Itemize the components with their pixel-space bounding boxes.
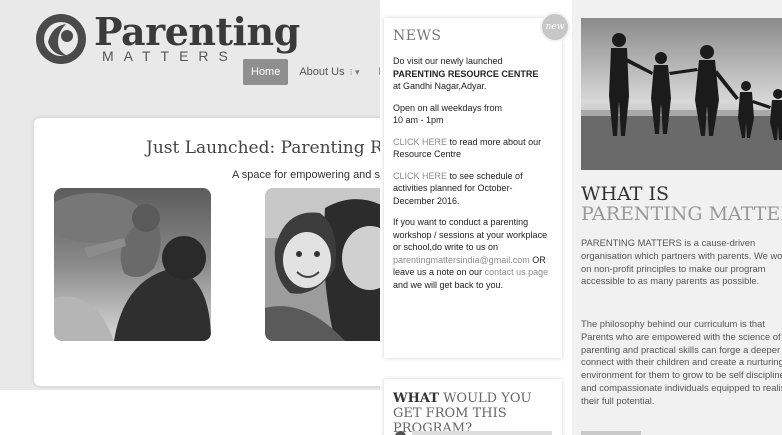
about-paragraph-2: The philosophy behind our curriculum is … <box>581 318 782 406</box>
contact-us-link[interactable]: contact us page <box>485 267 549 277</box>
news-item-read-more: CLICK HERE to read more about our Resour… <box>393 136 552 161</box>
email-link[interactable]: parentingmattersindia@gmail.com <box>393 255 530 265</box>
logo-mark-icon <box>36 14 86 64</box>
nav-about-us[interactable]: About Us ⁝ ▾ <box>291 59 367 85</box>
family-silhouette-photo <box>581 18 782 170</box>
about-title-line2: PARENTING MATTERS? <box>581 203 782 225</box>
nav-home[interactable]: Home <box>243 59 289 85</box>
news-item-hours: Open on all weekdays from 10 am - 1pm <box>393 102 552 127</box>
chevron-down-icon: ⁝ ▾ <box>349 66 360 77</box>
program-title-strong: WHAT <box>393 391 439 406</box>
news-item-resource-centre: Do visit our newly launched PARENTING RE… <box>393 55 552 93</box>
about-title-line1: WHAT IS <box>581 183 670 205</box>
click-here-link[interactable]: CLICK HERE <box>393 171 447 181</box>
site-logo[interactable]: Parenting MATTERS <box>34 12 300 64</box>
bullet-icon <box>395 431 406 435</box>
program-panel: WHAT WOULD YOU GET FROM THIS PROGRAM? <box>384 379 562 435</box>
news-text: Open on all weekdays from <box>393 102 503 113</box>
new-badge: new <box>540 12 570 42</box>
logo-text: Parenting MATTERS <box>94 9 300 65</box>
click-here-link[interactable]: CLICK HERE <box>393 137 447 147</box>
news-hours: 10 am - 1pm <box>393 115 444 125</box>
father-child-photo <box>54 188 211 341</box>
news-text: If you want to conduct a parenting works… <box>393 217 548 252</box>
news-highlight: PARENTING RESOURCE CENTRE <box>393 68 539 79</box>
slider-subtitle: A space for empowering and su <box>232 169 380 181</box>
nav-about-label: About Us <box>299 66 345 78</box>
news-text: Do visit our newly launched <box>393 56 503 66</box>
nav-programs-label: Pr <box>378 66 380 78</box>
logo-word: Parenting <box>94 9 300 54</box>
mother-child-photo <box>265 188 380 341</box>
news-text: at Gandhi Nagar,Adyar. <box>393 81 487 91</box>
about-title: WHAT IS PARENTING MATTERS? <box>581 184 782 224</box>
news-item-workshop: If you want to conduct a parenting works… <box>393 216 552 291</box>
nav-programs[interactable]: Pr <box>370 59 380 85</box>
site-main-region: Parenting MATTERS Home About Us ⁝ ▾ Pr Ju… <box>0 0 380 390</box>
news-panel: NEWS Do visit our newly launched PARENTI… <box>384 18 562 358</box>
news-text: and we will get back to you. <box>393 279 504 290</box>
program-item-partial <box>412 431 552 435</box>
news-item-schedule: CLICK HERE to see schedule of activities… <box>393 170 552 208</box>
news-title: NEWS <box>393 28 442 44</box>
about-region: WHAT IS PARENTING MATTERS? PARENTING MAT… <box>572 0 782 435</box>
program-title: WHAT WOULD YOU GET FROM THIS PROGRAM? <box>393 391 552 435</box>
about-paragraph-1: PARENTING MATTERS is a cause-driven orga… <box>581 237 782 287</box>
main-nav: Home About Us ⁝ ▾ Pr <box>243 59 380 85</box>
hero-slider[interactable]: Just Launched: Parenting Resou A space f… <box>34 118 380 386</box>
read-more-button[interactable] <box>581 431 641 435</box>
slider-title: Just Launched: Parenting Resou <box>146 138 380 158</box>
nav-home-label: Home <box>251 66 281 78</box>
